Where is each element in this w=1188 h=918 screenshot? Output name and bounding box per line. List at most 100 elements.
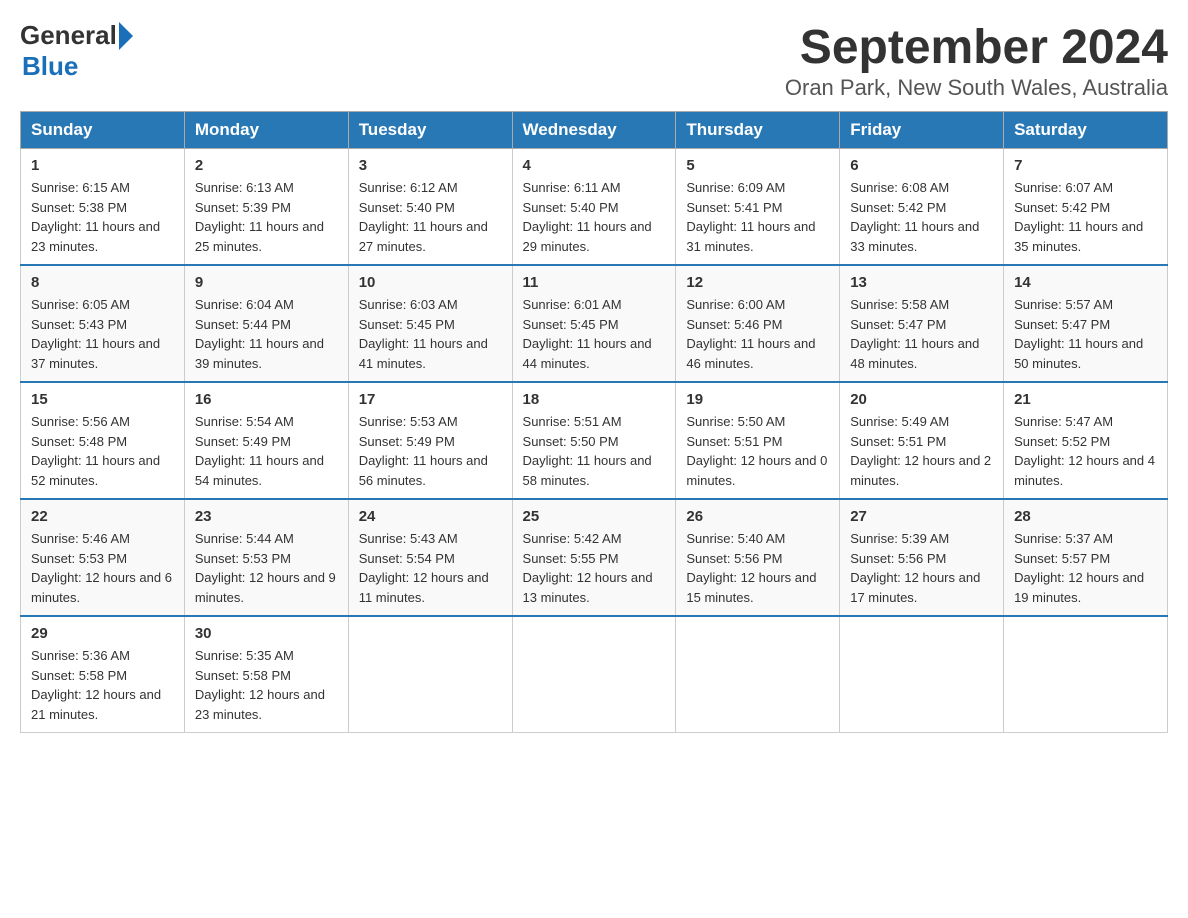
day-number: 7 xyxy=(1014,157,1157,174)
day-number: 29 xyxy=(31,625,174,642)
col-header-tuesday: Tuesday xyxy=(348,112,512,149)
calendar-cell: 4 Sunrise: 6:11 AMSunset: 5:40 PMDayligh… xyxy=(512,149,676,266)
calendar-cell xyxy=(348,616,512,733)
calendar-cell: 29 Sunrise: 5:36 AMSunset: 5:58 PMDaylig… xyxy=(21,616,185,733)
logo-triangle-icon xyxy=(119,22,133,50)
day-info: Sunrise: 5:39 AMSunset: 5:56 PMDaylight:… xyxy=(850,529,993,607)
day-info: Sunrise: 6:07 AMSunset: 5:42 PMDaylight:… xyxy=(1014,178,1157,256)
calendar-cell: 3 Sunrise: 6:12 AMSunset: 5:40 PMDayligh… xyxy=(348,149,512,266)
calendar-cell: 24 Sunrise: 5:43 AMSunset: 5:54 PMDaylig… xyxy=(348,499,512,616)
col-header-wednesday: Wednesday xyxy=(512,112,676,149)
calendar-week-2: 8 Sunrise: 6:05 AMSunset: 5:43 PMDayligh… xyxy=(21,265,1168,382)
day-info: Sunrise: 5:51 AMSunset: 5:50 PMDaylight:… xyxy=(523,412,666,490)
day-info: Sunrise: 6:09 AMSunset: 5:41 PMDaylight:… xyxy=(686,178,829,256)
day-number: 26 xyxy=(686,508,829,525)
day-number: 5 xyxy=(686,157,829,174)
day-number: 1 xyxy=(31,157,174,174)
day-info: Sunrise: 5:57 AMSunset: 5:47 PMDaylight:… xyxy=(1014,295,1157,373)
day-number: 19 xyxy=(686,391,829,408)
day-info: Sunrise: 5:46 AMSunset: 5:53 PMDaylight:… xyxy=(31,529,174,607)
col-header-monday: Monday xyxy=(184,112,348,149)
calendar-cell: 28 Sunrise: 5:37 AMSunset: 5:57 PMDaylig… xyxy=(1004,499,1168,616)
day-number: 22 xyxy=(31,508,174,525)
day-info: Sunrise: 5:50 AMSunset: 5:51 PMDaylight:… xyxy=(686,412,829,490)
day-info: Sunrise: 6:05 AMSunset: 5:43 PMDaylight:… xyxy=(31,295,174,373)
day-number: 18 xyxy=(523,391,666,408)
day-number: 23 xyxy=(195,508,338,525)
day-info: Sunrise: 5:37 AMSunset: 5:57 PMDaylight:… xyxy=(1014,529,1157,607)
day-info: Sunrise: 5:56 AMSunset: 5:48 PMDaylight:… xyxy=(31,412,174,490)
day-number: 21 xyxy=(1014,391,1157,408)
calendar-cell: 23 Sunrise: 5:44 AMSunset: 5:53 PMDaylig… xyxy=(184,499,348,616)
col-header-saturday: Saturday xyxy=(1004,112,1168,149)
calendar-cell xyxy=(676,616,840,733)
calendar-cell: 1 Sunrise: 6:15 AMSunset: 5:38 PMDayligh… xyxy=(21,149,185,266)
day-number: 14 xyxy=(1014,274,1157,291)
col-header-thursday: Thursday xyxy=(676,112,840,149)
day-info: Sunrise: 5:47 AMSunset: 5:52 PMDaylight:… xyxy=(1014,412,1157,490)
day-info: Sunrise: 6:11 AMSunset: 5:40 PMDaylight:… xyxy=(523,178,666,256)
day-number: 15 xyxy=(31,391,174,408)
calendar-cell: 5 Sunrise: 6:09 AMSunset: 5:41 PMDayligh… xyxy=(676,149,840,266)
day-info: Sunrise: 5:40 AMSunset: 5:56 PMDaylight:… xyxy=(686,529,829,607)
calendar-cell: 14 Sunrise: 5:57 AMSunset: 5:47 PMDaylig… xyxy=(1004,265,1168,382)
day-number: 3 xyxy=(359,157,502,174)
day-number: 11 xyxy=(523,274,666,291)
day-info: Sunrise: 6:08 AMSunset: 5:42 PMDaylight:… xyxy=(850,178,993,256)
page-header: General Blue September 2024 Oran Park, N… xyxy=(20,20,1168,101)
logo: General Blue xyxy=(20,20,133,82)
day-info: Sunrise: 6:00 AMSunset: 5:46 PMDaylight:… xyxy=(686,295,829,373)
day-info: Sunrise: 5:53 AMSunset: 5:49 PMDaylight:… xyxy=(359,412,502,490)
calendar-cell: 30 Sunrise: 5:35 AMSunset: 5:58 PMDaylig… xyxy=(184,616,348,733)
calendar-cell: 8 Sunrise: 6:05 AMSunset: 5:43 PMDayligh… xyxy=(21,265,185,382)
calendar-week-1: 1 Sunrise: 6:15 AMSunset: 5:38 PMDayligh… xyxy=(21,149,1168,266)
day-number: 13 xyxy=(850,274,993,291)
calendar-cell: 20 Sunrise: 5:49 AMSunset: 5:51 PMDaylig… xyxy=(840,382,1004,499)
logo-blue-text: Blue xyxy=(22,51,133,82)
day-number: 16 xyxy=(195,391,338,408)
day-info: Sunrise: 6:01 AMSunset: 5:45 PMDaylight:… xyxy=(523,295,666,373)
day-number: 24 xyxy=(359,508,502,525)
day-number: 9 xyxy=(195,274,338,291)
day-info: Sunrise: 6:13 AMSunset: 5:39 PMDaylight:… xyxy=(195,178,338,256)
calendar-cell xyxy=(1004,616,1168,733)
calendar-cell: 15 Sunrise: 5:56 AMSunset: 5:48 PMDaylig… xyxy=(21,382,185,499)
day-info: Sunrise: 5:49 AMSunset: 5:51 PMDaylight:… xyxy=(850,412,993,490)
day-info: Sunrise: 5:44 AMSunset: 5:53 PMDaylight:… xyxy=(195,529,338,607)
day-info: Sunrise: 5:36 AMSunset: 5:58 PMDaylight:… xyxy=(31,646,174,724)
calendar-cell: 6 Sunrise: 6:08 AMSunset: 5:42 PMDayligh… xyxy=(840,149,1004,266)
calendar-cell: 9 Sunrise: 6:04 AMSunset: 5:44 PMDayligh… xyxy=(184,265,348,382)
calendar-week-3: 15 Sunrise: 5:56 AMSunset: 5:48 PMDaylig… xyxy=(21,382,1168,499)
calendar-cell: 16 Sunrise: 5:54 AMSunset: 5:49 PMDaylig… xyxy=(184,382,348,499)
calendar-week-5: 29 Sunrise: 5:36 AMSunset: 5:58 PMDaylig… xyxy=(21,616,1168,733)
month-title: September 2024 xyxy=(785,20,1168,75)
day-number: 10 xyxy=(359,274,502,291)
day-info: Sunrise: 6:03 AMSunset: 5:45 PMDaylight:… xyxy=(359,295,502,373)
calendar-cell: 10 Sunrise: 6:03 AMSunset: 5:45 PMDaylig… xyxy=(348,265,512,382)
calendar-cell: 17 Sunrise: 5:53 AMSunset: 5:49 PMDaylig… xyxy=(348,382,512,499)
calendar-cell: 11 Sunrise: 6:01 AMSunset: 5:45 PMDaylig… xyxy=(512,265,676,382)
location-title: Oran Park, New South Wales, Australia xyxy=(785,75,1168,101)
day-number: 25 xyxy=(523,508,666,525)
day-info: Sunrise: 5:42 AMSunset: 5:55 PMDaylight:… xyxy=(523,529,666,607)
day-info: Sunrise: 5:35 AMSunset: 5:58 PMDaylight:… xyxy=(195,646,338,724)
day-info: Sunrise: 5:43 AMSunset: 5:54 PMDaylight:… xyxy=(359,529,502,607)
day-info: Sunrise: 6:15 AMSunset: 5:38 PMDaylight:… xyxy=(31,178,174,256)
logo-general-text: General xyxy=(20,20,117,51)
day-number: 12 xyxy=(686,274,829,291)
calendar-cell: 19 Sunrise: 5:50 AMSunset: 5:51 PMDaylig… xyxy=(676,382,840,499)
day-number: 6 xyxy=(850,157,993,174)
day-info: Sunrise: 5:58 AMSunset: 5:47 PMDaylight:… xyxy=(850,295,993,373)
calendar-week-4: 22 Sunrise: 5:46 AMSunset: 5:53 PMDaylig… xyxy=(21,499,1168,616)
calendar-cell: 21 Sunrise: 5:47 AMSunset: 5:52 PMDaylig… xyxy=(1004,382,1168,499)
day-number: 20 xyxy=(850,391,993,408)
calendar-cell: 2 Sunrise: 6:13 AMSunset: 5:39 PMDayligh… xyxy=(184,149,348,266)
day-info: Sunrise: 6:04 AMSunset: 5:44 PMDaylight:… xyxy=(195,295,338,373)
day-number: 27 xyxy=(850,508,993,525)
col-header-friday: Friday xyxy=(840,112,1004,149)
calendar-cell: 18 Sunrise: 5:51 AMSunset: 5:50 PMDaylig… xyxy=(512,382,676,499)
calendar-table: Sunday Monday Tuesday Wednesday Thursday… xyxy=(20,111,1168,733)
calendar-header-row: Sunday Monday Tuesday Wednesday Thursday… xyxy=(21,112,1168,149)
calendar-cell xyxy=(512,616,676,733)
day-number: 17 xyxy=(359,391,502,408)
